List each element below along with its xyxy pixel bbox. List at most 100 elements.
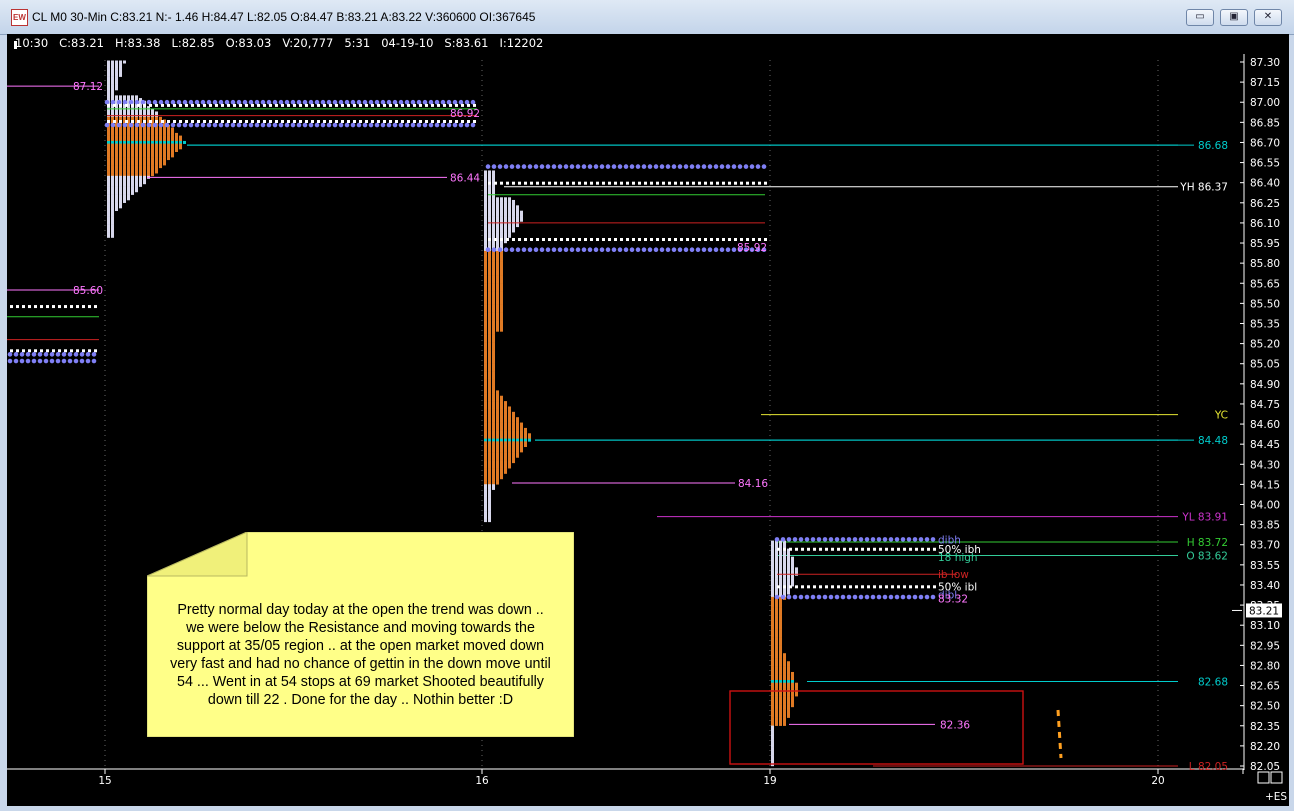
tpo-block-day-16 bbox=[488, 519, 491, 523]
tpo-block-day-16 bbox=[512, 457, 515, 461]
app-icon[interactable]: EW bbox=[11, 9, 28, 26]
tpo-block-day-19 bbox=[771, 744, 774, 748]
ib-low-dots bbox=[912, 594, 918, 600]
tpo-block-day-16 bbox=[488, 309, 491, 313]
tpo-block-day-16 bbox=[500, 264, 503, 268]
tpo-block-day-16 bbox=[500, 218, 503, 222]
tpo-block-day-15 bbox=[131, 167, 134, 171]
reference-level-label: 86.68 bbox=[1198, 140, 1228, 152]
prior-ib-dots bbox=[43, 358, 49, 364]
tpo-block-day-19 bbox=[787, 709, 790, 713]
ib-high-dots bbox=[170, 99, 176, 105]
prior-ib-dots bbox=[73, 352, 79, 357]
ib-dash-line bbox=[173, 120, 176, 124]
tpo-block-day-16 bbox=[488, 175, 491, 179]
tpo-block-day-15 bbox=[151, 132, 154, 136]
tpo-block-day-16 bbox=[492, 401, 495, 405]
ib-high-dots bbox=[683, 164, 689, 169]
ib-dash-line bbox=[632, 238, 635, 242]
tpo-block-day-16 bbox=[516, 210, 519, 214]
tpo-block-day-16 bbox=[492, 261, 495, 265]
tpo-block-day-15 bbox=[135, 116, 138, 120]
tpo-block-day-15 bbox=[111, 167, 114, 171]
ib-low-dots bbox=[509, 247, 515, 253]
tpo-block-day-15 bbox=[147, 162, 150, 166]
ib-dash-line bbox=[813, 585, 816, 589]
tpo-block-day-16 bbox=[488, 224, 491, 228]
tpo-block-day-16 bbox=[508, 406, 511, 410]
tpo-block-day-16 bbox=[488, 454, 491, 458]
price-tick-label: 84.90 bbox=[1250, 379, 1280, 391]
status-line: 10:30 C:83.21 H:83.38 L:82.85 O:83.03 V:20,77… bbox=[15, 36, 554, 52]
tpo-block-day-15 bbox=[115, 170, 118, 174]
ib-dash-line bbox=[620, 181, 623, 185]
tpo-block-day-15 bbox=[151, 165, 154, 169]
tpo-block-day-15 bbox=[119, 202, 122, 206]
ib-low-dots bbox=[224, 122, 230, 128]
minimize-button[interactable]: ▭ bbox=[1186, 9, 1214, 26]
tpo-block-day-16 bbox=[488, 232, 491, 236]
tpo-block-day-15 bbox=[151, 151, 154, 155]
tpo-block-day-16 bbox=[500, 460, 503, 464]
tpo-block-day-19 bbox=[779, 629, 782, 633]
ib-dash-line bbox=[620, 238, 623, 242]
tpo-block-day-15 bbox=[139, 111, 142, 115]
tpo-block-day-16 bbox=[496, 226, 499, 230]
ib-dash-line bbox=[680, 181, 683, 185]
tpo-block-day-16 bbox=[484, 293, 487, 297]
ib-high-dots bbox=[864, 537, 870, 542]
ib-low-dots bbox=[134, 122, 140, 128]
tpo-block-day-15 bbox=[115, 167, 118, 171]
title-bar[interactable]: EW CL M0 30-Min C:83.21 N:- 1.46 H:84.47… bbox=[0, 0, 1294, 35]
sticky-note[interactable]: Pretty normal day today at the open the … bbox=[147, 532, 574, 737]
tpo-block-day-16 bbox=[500, 253, 503, 257]
tpo-block-day-16 bbox=[496, 478, 499, 482]
ib-low-dots bbox=[392, 122, 398, 128]
tpo-block-day-16 bbox=[484, 280, 487, 284]
tpo-block-day-19 bbox=[775, 677, 778, 681]
prior-dash-line bbox=[34, 305, 37, 309]
close-button[interactable]: ✕ bbox=[1254, 9, 1282, 26]
tpo-block-day-19 bbox=[783, 562, 786, 566]
tpo-block-day-16 bbox=[496, 446, 499, 450]
tpo-block-day-16 bbox=[508, 460, 511, 464]
ib-dash-line bbox=[740, 181, 743, 185]
tpo-block-day-19 bbox=[787, 562, 790, 566]
ib-dash-line bbox=[891, 547, 894, 551]
tpo-block-day-16 bbox=[496, 299, 499, 303]
tpo-block-day-15 bbox=[147, 154, 150, 158]
tpo-block-day-19 bbox=[771, 634, 774, 638]
tpo-block-day-15 bbox=[155, 162, 158, 166]
ib-dash-line bbox=[191, 120, 194, 124]
prior-dash-line bbox=[94, 305, 97, 309]
maximize-button[interactable]: ▣ bbox=[1220, 9, 1248, 26]
tpo-block-day-15 bbox=[107, 71, 110, 75]
tpo-block-day-19 bbox=[771, 637, 774, 641]
chart-area[interactable]: 87.30 87.15 87.00 86.85 86.70 86.55 86.40 86.25… bbox=[7, 34, 1289, 806]
tpo-block-day-15 bbox=[143, 173, 146, 177]
tpo-block-day-16 bbox=[496, 390, 499, 394]
tpo-block-day-15 bbox=[171, 140, 174, 144]
tpo-block-day-16 bbox=[496, 403, 499, 407]
tpo-block-day-16 bbox=[484, 452, 487, 456]
tpo-block-day-16 bbox=[484, 409, 487, 413]
ib-high-dots bbox=[695, 164, 701, 169]
ib-dash-line bbox=[722, 238, 725, 242]
tpo-block-day-15 bbox=[135, 157, 138, 161]
tpo-block-day-15 bbox=[107, 157, 110, 161]
tpo-block-day-15 bbox=[127, 127, 130, 131]
tpo-block-day-16 bbox=[500, 301, 503, 305]
price-tick-label: 86.55 bbox=[1250, 158, 1280, 170]
tpo-block-day-16 bbox=[488, 280, 491, 284]
tpo-block-day-19 bbox=[771, 543, 774, 547]
tpo-block-day-16 bbox=[520, 210, 523, 214]
ib-dash-line bbox=[536, 181, 539, 185]
ib-dash-line bbox=[227, 120, 230, 124]
tpo-block-day-16 bbox=[492, 323, 495, 327]
tpo-block-day-15 bbox=[167, 146, 170, 150]
tpo-block-day-16 bbox=[500, 299, 503, 303]
tpo-block-day-15 bbox=[159, 140, 162, 144]
ib-level-label: ib low bbox=[938, 569, 969, 581]
tpo-block-day-16 bbox=[496, 417, 499, 421]
ib-high-dots bbox=[816, 537, 822, 542]
